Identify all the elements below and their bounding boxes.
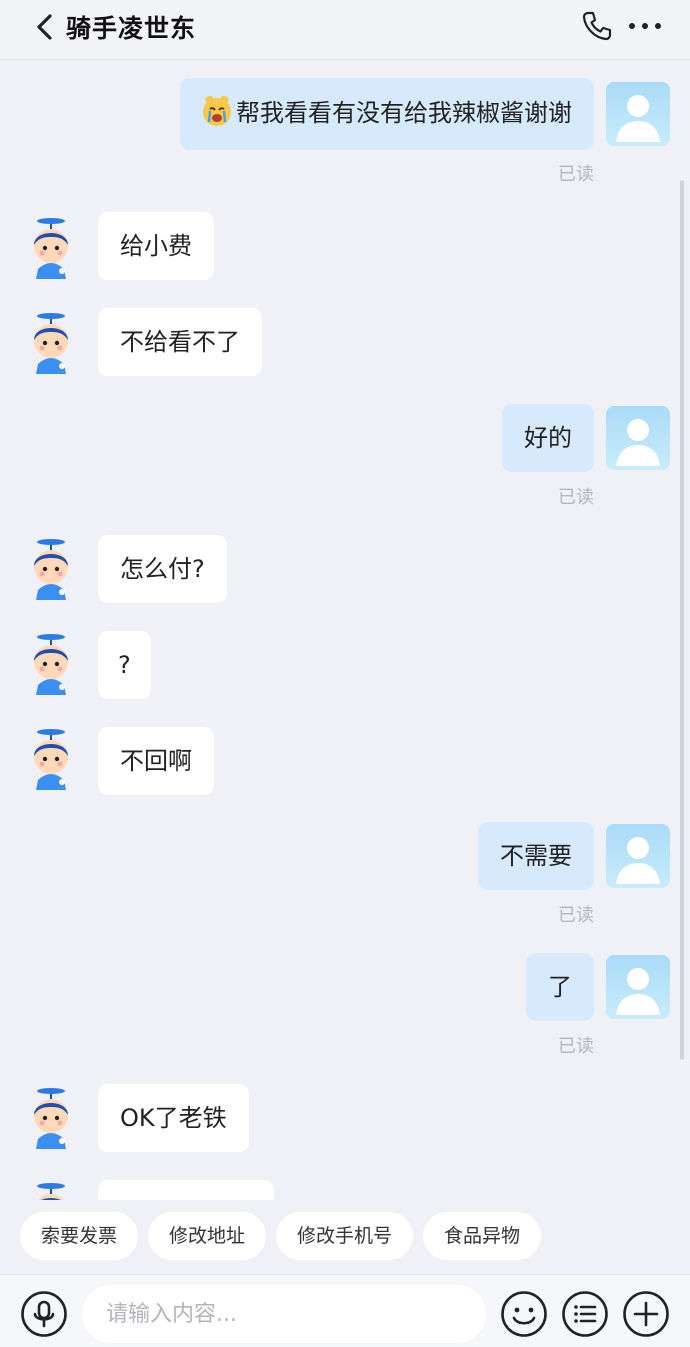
message-text: 帮我看看有没有给我辣椒酱谢谢 — [236, 99, 572, 127]
rider-avatar[interactable] — [20, 312, 82, 374]
rider-avatar[interactable] — [20, 633, 82, 695]
scrollbar[interactable] — [680, 180, 684, 1060]
message-bubble-in[interactable]: OK了老铁 — [98, 1084, 249, 1152]
message-bubble-in[interactable]: 给小费 — [98, 212, 214, 280]
my-avatar[interactable] — [606, 82, 670, 146]
message-bubble-out[interactable]: 好的 — [502, 404, 594, 472]
message-text: 不给看不了 — [120, 328, 240, 356]
default-user-icon — [606, 406, 670, 470]
message-bubble-out[interactable]: 了 — [526, 953, 594, 1021]
rider-cartoon-icon — [34, 1088, 68, 1149]
rider-avatar[interactable] — [20, 1182, 82, 1200]
message-text: ? — [118, 651, 131, 679]
chevron-left-icon[interactable] — [32, 12, 58, 42]
message-bubble-in[interactable]: 不回啊 — [98, 727, 214, 795]
message-text: 了 — [548, 973, 572, 1001]
chat-title: 骑手凌世东 — [66, 14, 197, 43]
quick-action-invoice[interactable]: 索要发票 — [20, 1212, 138, 1260]
read-status: 已读 — [558, 905, 594, 926]
rider-cartoon-icon — [37, 1183, 65, 1200]
rider-avatar[interactable] — [20, 728, 82, 790]
rider-avatar[interactable] — [20, 538, 82, 600]
quick-action-bar: 索要发票 修改地址 修改手机号 食品异物 — [0, 1200, 690, 1272]
more-dots-icon[interactable] — [628, 20, 662, 32]
plus-icon[interactable] — [622, 1290, 670, 1338]
rider-cartoon-icon — [34, 729, 68, 790]
message-bubble-out[interactable]: 帮我看看有没有给我辣椒酱谢谢 — [180, 78, 594, 150]
crying-face-emoji — [203, 95, 231, 126]
rider-cartoon-icon — [34, 539, 68, 600]
message-text: 好的 — [524, 424, 572, 452]
message-bubble-in[interactable] — [98, 1180, 274, 1200]
default-user-icon — [606, 955, 670, 1019]
chat-screen: 骑手凌世东 帮我看看有没有给我辣椒酱谢谢 已读 给小费 不给看不了 好的 已读 … — [0, 0, 690, 1347]
message-text: 给小费 — [120, 232, 192, 260]
quick-action-change-phone[interactable]: 修改手机号 — [276, 1212, 413, 1260]
message-bubble-in[interactable]: 不给看不了 — [98, 308, 262, 376]
message-bubble-out[interactable]: 不需要 — [478, 822, 594, 890]
microphone-icon[interactable] — [20, 1290, 68, 1338]
message-bubble-in[interactable]: 怎么付? — [98, 535, 227, 603]
quick-action-change-address[interactable]: 修改地址 — [148, 1212, 266, 1260]
read-status: 已读 — [558, 164, 594, 185]
default-user-icon — [606, 824, 670, 888]
message-list[interactable]: 帮我看看有没有给我辣椒酱谢谢 已读 给小费 不给看不了 好的 已读 怎么付? ?… — [0, 60, 690, 1200]
rider-avatar[interactable] — [20, 1087, 82, 1149]
quick-action-foreign-object[interactable]: 食品异物 — [423, 1212, 541, 1260]
header-bar: 骑手凌世东 — [0, 0, 690, 60]
my-avatar[interactable] — [606, 406, 670, 470]
input-bar — [0, 1274, 690, 1347]
smiley-icon[interactable] — [500, 1290, 548, 1338]
list-menu-icon[interactable] — [561, 1290, 609, 1338]
message-input[interactable] — [82, 1285, 486, 1343]
my-avatar[interactable] — [606, 955, 670, 1019]
rider-avatar[interactable] — [20, 217, 82, 279]
message-text: 不需要 — [500, 842, 572, 870]
message-text: 不回啊 — [120, 747, 192, 775]
read-status: 已读 — [558, 487, 594, 508]
read-status: 已读 — [558, 1036, 594, 1057]
message-text: OK了老铁 — [120, 1104, 227, 1132]
rider-cartoon-icon — [34, 634, 68, 695]
my-avatar[interactable] — [606, 824, 670, 888]
phone-icon[interactable] — [582, 10, 612, 42]
default-user-icon — [606, 82, 670, 146]
message-text: 怎么付? — [120, 555, 205, 583]
rider-cartoon-icon — [34, 218, 68, 279]
rider-cartoon-icon — [34, 313, 68, 374]
message-bubble-in[interactable]: ? — [98, 631, 151, 699]
